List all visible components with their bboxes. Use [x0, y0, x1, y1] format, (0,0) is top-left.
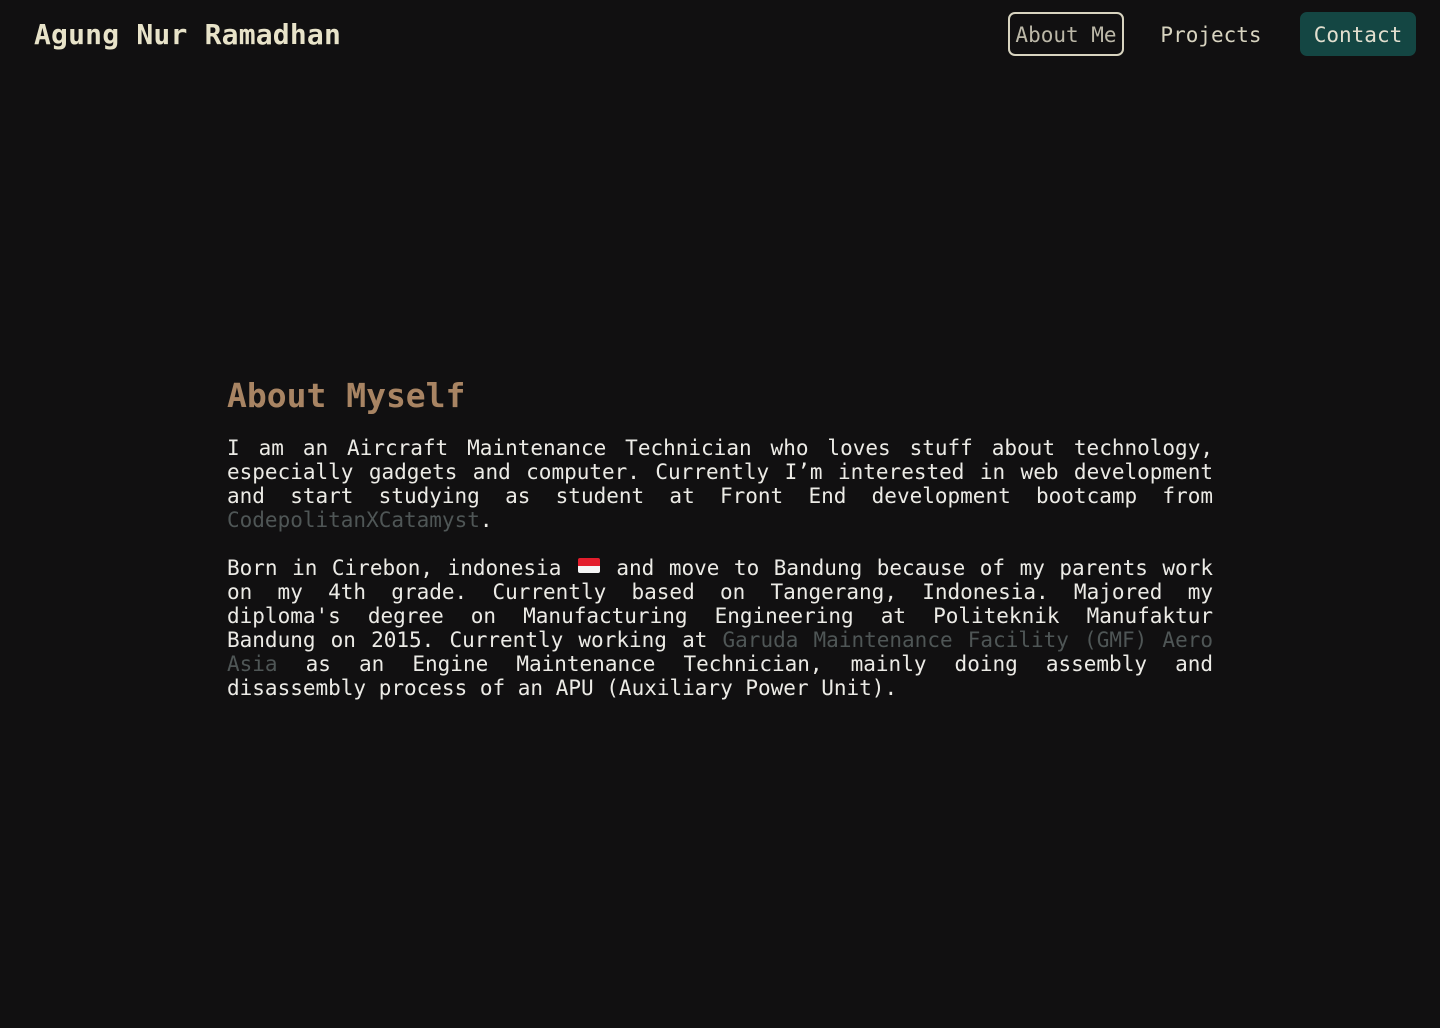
about-paragraph-2-text-a: Born in Cirebon, indonesia: [227, 556, 576, 580]
about-paragraph-1-end: .: [479, 508, 493, 532]
indonesia-flag-icon: [577, 558, 600, 573]
about-paragraph-2: Born in Cirebon, indonesia and move to B…: [227, 556, 1213, 700]
about-title: About Myself: [227, 376, 466, 415]
about-paragraph-1-text: I am an Aircraft Maintenance Technician …: [227, 436, 1213, 508]
site-brand[interactable]: Agung Nur Ramadhan: [34, 16, 341, 54]
nav-about-me-button[interactable]: About Me: [1008, 12, 1124, 56]
about-section: About Myself I am an Aircraft Maintenanc…: [227, 374, 1213, 724]
about-paragraph-1: I am an Aircraft Maintenance Technician …: [227, 436, 1213, 532]
nav-projects-button[interactable]: Projects: [1150, 12, 1272, 56]
codepolitan-link[interactable]: CodepolitanXCatamyst: [227, 508, 480, 532]
navbar: Agung Nur Ramadhan About Me Projects Con…: [0, 0, 1440, 70]
nav-contact-button[interactable]: Contact: [1300, 12, 1416, 56]
about-paragraph-2-end: as an Engine Maintenance Technician, mai…: [227, 652, 1213, 700]
